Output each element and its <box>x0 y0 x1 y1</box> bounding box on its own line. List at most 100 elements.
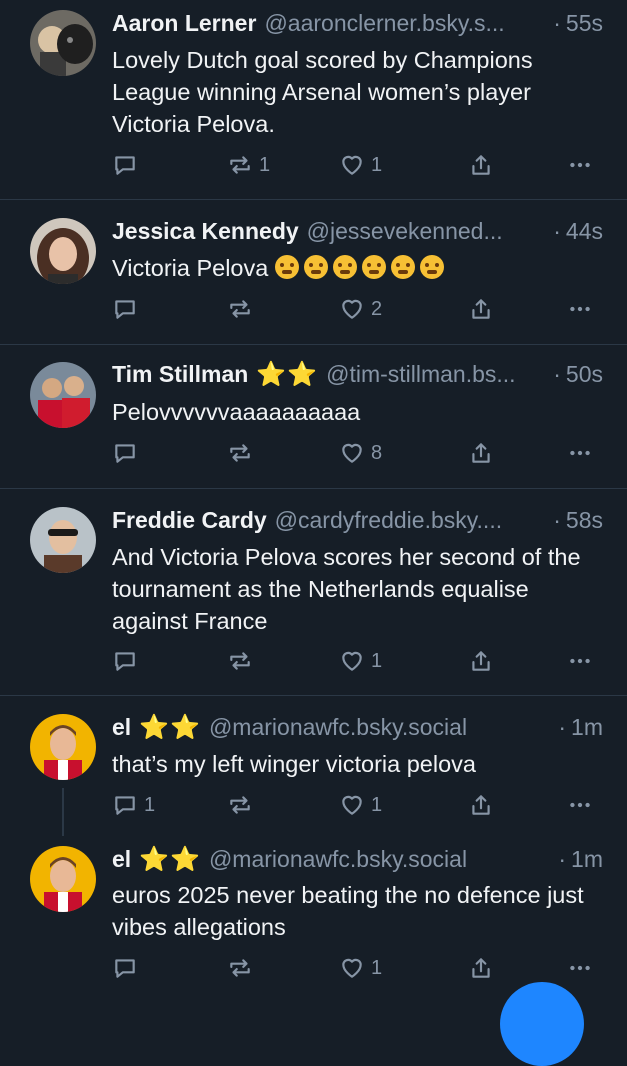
heart-icon <box>339 955 365 981</box>
share-button[interactable] <box>468 953 494 983</box>
repost-button[interactable] <box>227 438 259 468</box>
repost-button[interactable]: 1 <box>227 150 270 180</box>
reply-button[interactable] <box>112 438 144 468</box>
heart-icon <box>339 296 365 322</box>
display-name[interactable]: Freddie Cardy <box>112 507 267 534</box>
emoji-icon <box>361 255 386 279</box>
like-button[interactable]: 1 <box>339 150 382 180</box>
thread-line <box>62 788 64 836</box>
separator: · <box>553 9 561 36</box>
share-button[interactable] <box>468 438 494 468</box>
timestamp[interactable]: 1m <box>571 846 603 873</box>
handle[interactable]: @cardyfreddie.bsky.... <box>275 507 548 534</box>
reply-button[interactable] <box>112 646 144 676</box>
timestamp[interactable]: 55s <box>566 10 603 37</box>
post-actions: 2 <box>112 294 607 324</box>
timestamp[interactable]: 50s <box>566 361 603 388</box>
reply-icon <box>112 296 138 322</box>
post[interactable]: Aaron Lerner @aaronclerner.bsky.s... · 5… <box>0 0 627 198</box>
share-button[interactable] <box>468 294 494 324</box>
repost-button[interactable] <box>227 953 259 983</box>
avatar[interactable] <box>30 218 96 284</box>
post[interactable]: el ⭐⭐ @marionawfc.bsky.social · 1m euros… <box>0 836 627 1000</box>
timestamp[interactable]: 44s <box>566 218 603 245</box>
like-count: 8 <box>371 441 383 464</box>
display-name[interactable]: Jessica Kennedy <box>112 218 299 245</box>
share-button[interactable] <box>468 646 494 676</box>
display-name[interactable]: Aaron Lerner <box>112 10 256 37</box>
avatar[interactable] <box>30 362 96 428</box>
heart-icon <box>339 792 365 818</box>
reply-button[interactable] <box>112 953 144 983</box>
more-button[interactable] <box>567 790 593 820</box>
reply-button[interactable] <box>112 150 144 180</box>
timestamp[interactable]: 58s <box>566 507 603 534</box>
avatar[interactable] <box>30 846 96 912</box>
more-button[interactable] <box>567 438 593 468</box>
post-actions: 8 <box>112 438 607 468</box>
more-icon <box>567 792 593 818</box>
share-icon <box>468 440 494 466</box>
repost-icon <box>227 440 253 466</box>
avatar[interactable] <box>30 714 96 780</box>
post-text: Victoria Pelova <box>112 252 605 284</box>
repost-button[interactable] <box>227 790 259 820</box>
emoji-icon <box>274 255 299 279</box>
repost-icon <box>227 792 253 818</box>
post-text: Pelovvvvvvaaaaaaaaaa <box>112 399 361 425</box>
post[interactable]: Freddie Cardy @cardyfreddie.bsky.... · 5… <box>0 489 627 695</box>
more-button[interactable] <box>567 150 593 180</box>
post-header: el ⭐⭐ @marionawfc.bsky.social · 1m <box>112 844 603 874</box>
more-button[interactable] <box>567 953 593 983</box>
share-button[interactable] <box>468 150 494 180</box>
handle[interactable]: @marionawfc.bsky.social <box>209 714 552 741</box>
reply-button[interactable]: 1 <box>112 790 155 820</box>
avatar[interactable] <box>30 507 96 573</box>
more-button[interactable] <box>567 294 593 324</box>
handle[interactable]: @tim-stillman.bs... <box>326 361 547 388</box>
star-badge: ⭐⭐ <box>139 713 201 741</box>
like-button[interactable]: 1 <box>339 953 382 983</box>
display-name[interactable]: Tim Stillman <box>112 361 248 388</box>
more-icon <box>567 152 593 178</box>
post[interactable]: Jessica Kennedy @jessevekenned... · 44s … <box>0 200 627 344</box>
share-button[interactable] <box>468 790 494 820</box>
post-actions: 1 <box>112 953 607 983</box>
timestamp[interactable]: 1m <box>571 714 603 741</box>
display-name[interactable]: el <box>112 714 131 741</box>
repost-icon <box>227 152 253 178</box>
share-icon <box>468 296 494 322</box>
post[interactable]: Tim Stillman ⭐⭐ @tim-stillman.bs... · 50… <box>0 345 627 488</box>
emoji-icon <box>390 255 415 279</box>
like-count: 1 <box>371 153 383 176</box>
post-header: Jessica Kennedy @jessevekenned... · 44s <box>112 216 603 246</box>
separator: · <box>558 713 567 740</box>
handle[interactable]: @aaronclerner.bsky.s... <box>264 10 547 37</box>
like-button[interactable]: 1 <box>339 646 382 676</box>
reply-count: 1 <box>144 793 156 816</box>
separator: · <box>558 845 567 872</box>
emoji-row <box>274 255 449 281</box>
repost-button[interactable] <box>227 294 259 324</box>
compose-button[interactable] <box>500 982 584 1066</box>
repost-button[interactable] <box>227 646 259 676</box>
like-button[interactable]: 2 <box>339 294 382 324</box>
display-name[interactable]: el <box>112 846 131 873</box>
like-count: 1 <box>371 793 383 816</box>
avatar[interactable] <box>30 10 96 76</box>
reply-button[interactable] <box>112 294 144 324</box>
like-count: 1 <box>371 649 383 672</box>
heart-icon <box>339 648 365 674</box>
like-button[interactable]: 8 <box>339 438 382 468</box>
post-header: Aaron Lerner @aaronclerner.bsky.s... · 5… <box>112 8 603 38</box>
like-button[interactable]: 1 <box>339 790 382 820</box>
handle[interactable]: @jessevekenned... <box>307 218 548 245</box>
post-text: And Victoria Pelova scores her second of… <box>112 544 588 634</box>
repost-icon <box>227 648 253 674</box>
handle[interactable]: @marionawfc.bsky.social <box>209 846 552 873</box>
repost-icon <box>227 955 253 981</box>
separator: · <box>553 506 561 533</box>
more-button[interactable] <box>567 646 593 676</box>
post[interactable]: el ⭐⭐ @marionawfc.bsky.social · 1m that’… <box>0 696 627 836</box>
reply-icon <box>112 152 138 178</box>
